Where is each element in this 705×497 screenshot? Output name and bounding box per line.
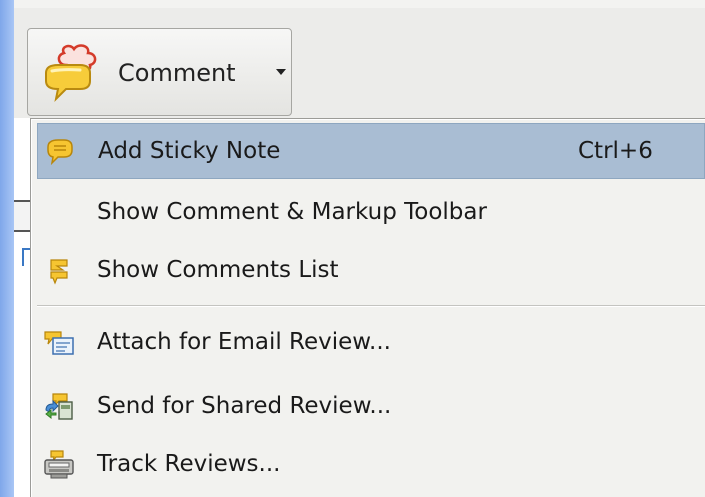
menu-item-label: Track Reviews... [97,451,281,477]
menu-item-attach-for-email-review[interactable]: Attach for Email Review... [37,315,705,371]
menu-separator [37,305,705,307]
comment-button-label: Comment [118,59,236,87]
email-review-icon [44,331,74,355]
sticky-note-icon [47,139,73,166]
track-reviews-icon [44,450,74,479]
comment-button[interactable]: Comment [27,28,292,116]
menu-item-label: Show Comment & Markup Toolbar [97,199,487,225]
toolbar: Comment [14,8,705,118]
menu-item-add-sticky-note[interactable]: Add Sticky Note Ctrl+6 [37,123,705,179]
menu-item-label: Send for Shared Review... [97,393,392,419]
menu-item-track-reviews[interactable]: Track Reviews... [37,437,705,493]
menu-item-label: Attach for Email Review... [97,329,391,355]
comments-list-icon [50,259,68,285]
title-strip [14,0,705,8]
menu-item-show-comment-markup-toolbar[interactable]: Show Comment & Markup Toolbar [37,185,705,241]
menu-item-shortcut: Ctrl+6 [578,138,653,164]
menu-item-label: Add Sticky Note [98,138,281,164]
window-frame [0,0,14,497]
menu-item-send-for-shared-review[interactable]: Send for Shared Review... [37,379,705,435]
comment-icon [45,44,97,103]
chevron-down-icon [276,69,286,75]
menu-item-label: Show Comments List [97,257,339,283]
shared-review-icon [45,393,73,420]
comment-dropdown-menu: Add Sticky Note Ctrl+6 Show Comment & Ma… [30,118,705,497]
menu-item-show-comments-list[interactable]: Show Comments List [37,243,705,299]
